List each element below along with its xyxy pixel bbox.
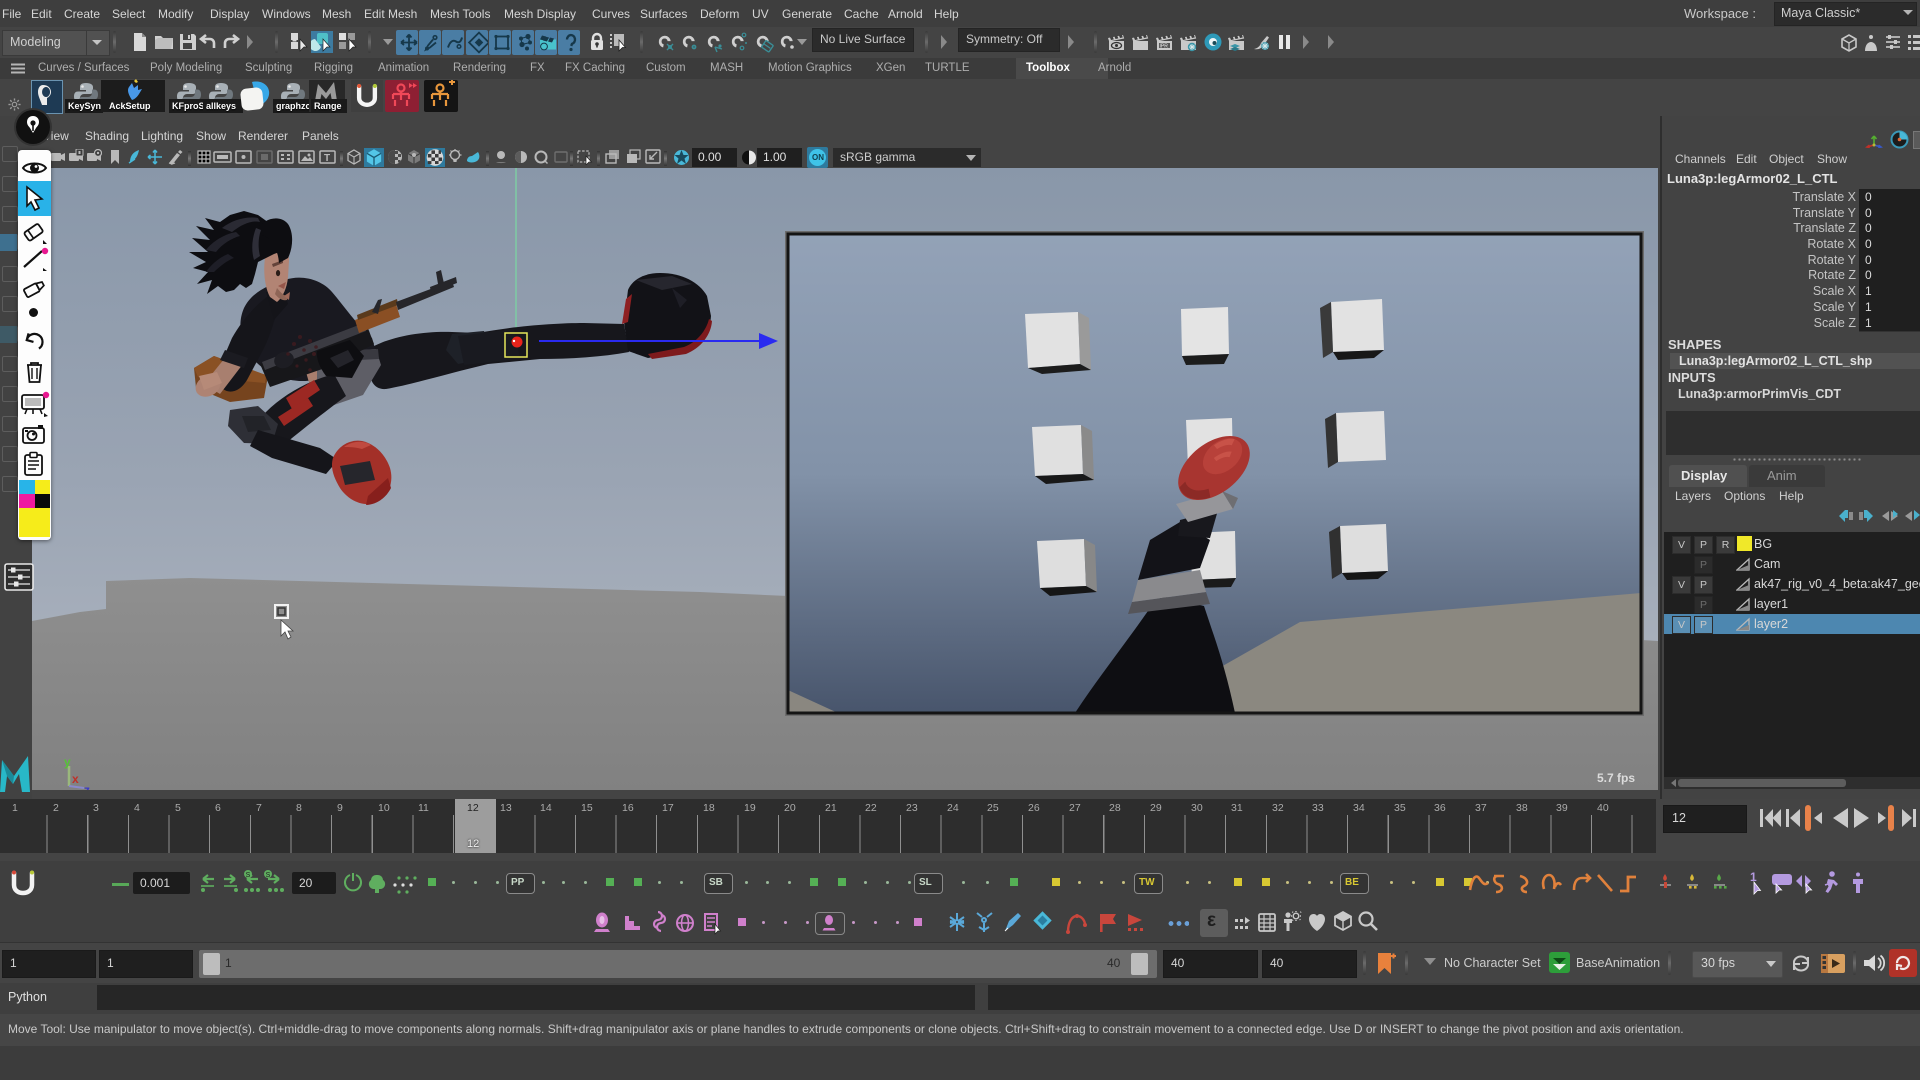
svg-text:1: 1	[1750, 870, 1757, 884]
svg-text:S: S	[266, 872, 271, 879]
svg-text:z: z	[84, 783, 90, 790]
svg-text:5.7 fps: 5.7 fps	[1597, 771, 1635, 785]
svg-text:x: x	[72, 772, 79, 786]
svg-text:y: y	[64, 755, 71, 769]
svg-text:T: T	[324, 153, 330, 164]
svg-text:IPR: IPR	[1160, 44, 1169, 50]
svg-text:S: S	[246, 872, 251, 879]
